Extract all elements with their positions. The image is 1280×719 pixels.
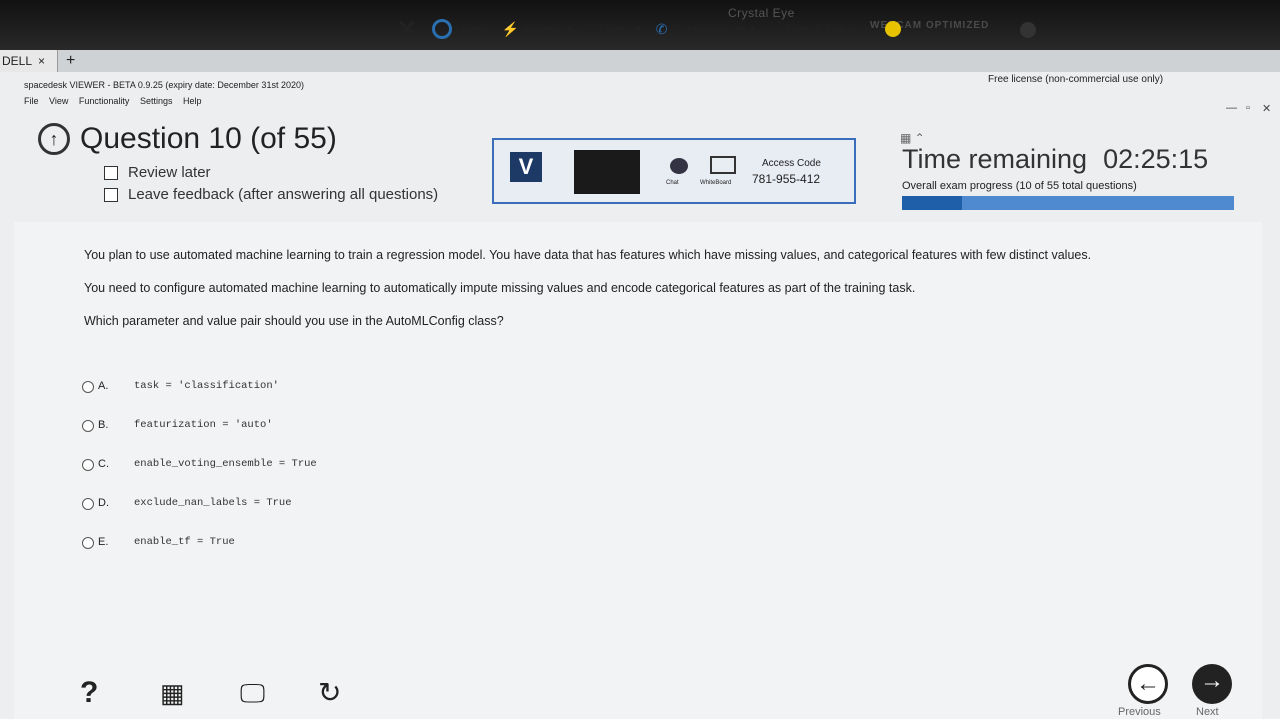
radio-icon[interactable] xyxy=(82,420,94,432)
question-text-2: You need to configure automated machine … xyxy=(84,281,916,295)
new-tab-icon[interactable]: + xyxy=(66,50,75,72)
option-code: enable_voting_ensemble = True xyxy=(134,458,317,470)
viewer-menu: File View Functionality Settings Help xyxy=(24,96,210,106)
question-title: Question 10 (of 55) xyxy=(80,122,337,155)
previous-label: Previous xyxy=(1118,706,1161,718)
minimize-icon[interactable]: — xyxy=(1226,102,1237,114)
communicate-button[interactable]: ✆ Communicate ▼ xyxy=(656,21,757,38)
review-later-checkbox[interactable]: Review later xyxy=(104,164,211,181)
exam-toolbar: ✕ Home ⚡ Actions ▼ 🖵 View ▼ ✆ Communicate ▼ 🗋 F… xyxy=(396,16,915,42)
checkbox-icon xyxy=(104,165,118,180)
option-c[interactable]: C. enable_voting_ensemble = True xyxy=(82,458,317,497)
access-code: 781-955-412 xyxy=(752,172,821,186)
option-e[interactable]: E. enable_tf = True xyxy=(82,536,317,575)
arrow-right-icon: → xyxy=(1200,667,1224,694)
question-text-1: You plan to use automated machine learni… xyxy=(84,248,1092,262)
help-icon[interactable]: ? xyxy=(80,676,98,710)
exam-progress-text: Overall exam progress (10 of 55 total qu… xyxy=(902,180,1137,192)
time-remaining-value: 02:25:15 xyxy=(1103,144,1209,174)
radio-icon[interactable] xyxy=(82,498,94,510)
files-extras-label: Files & Extras xyxy=(785,22,860,36)
option-code: task = 'classification' xyxy=(134,380,279,392)
close-button[interactable]: ✕ xyxy=(396,14,418,44)
next-label: Next xyxy=(1196,706,1219,718)
next-button[interactable]: → xyxy=(1192,664,1232,704)
option-d[interactable]: D. exclude_nan_labels = True xyxy=(82,497,317,536)
up-arrow-icon[interactable]: ↑ xyxy=(38,123,70,155)
option-letter: A. xyxy=(98,380,109,392)
tab-label: DELL xyxy=(2,54,33,68)
license-text: Free license (non-commercial use only) xyxy=(988,74,1164,85)
arrow-left-icon: ← xyxy=(1136,670,1160,697)
webcam-icon xyxy=(1020,22,1036,38)
whiteboard-icon[interactable] xyxy=(710,156,736,174)
close-icon: ✕ xyxy=(396,14,418,44)
file-icon: 🗋 xyxy=(770,19,782,35)
menu-functionality[interactable]: Functionality xyxy=(79,96,130,106)
option-letter: E. xyxy=(98,536,109,548)
calculator-icon[interactable]: ▦ xyxy=(160,678,185,709)
chat-label: Chat xyxy=(666,180,679,186)
previous-button[interactable]: ← xyxy=(1128,664,1168,704)
time-remaining: Time remaining 02:25:15 xyxy=(902,144,1208,175)
access-code-label: Access Code xyxy=(762,158,821,169)
emoji-button[interactable] xyxy=(884,21,901,37)
leave-feedback-checkbox[interactable]: Leave feedback (after answering all ques… xyxy=(104,186,438,203)
phone-icon: ✆ xyxy=(655,20,668,37)
share-panel: V Chat WhiteBoard Access Code 781-955-41… xyxy=(492,138,856,204)
chat-icon[interactable] xyxy=(670,158,688,174)
review-later-label: Review later xyxy=(128,164,211,181)
answer-options: A. task = 'classification' B. featurizat… xyxy=(82,380,317,575)
checkbox-icon xyxy=(104,187,118,202)
radio-icon[interactable] xyxy=(82,459,94,471)
exam-progress-fill xyxy=(902,196,962,210)
whiteboard-label: WhiteBoard xyxy=(700,180,732,186)
option-code: enable_tf = True xyxy=(134,536,235,548)
browser-tab[interactable]: DELL × xyxy=(0,50,58,72)
option-b[interactable]: B. featurization = 'auto' xyxy=(82,419,317,458)
question-header: ↑ Question 10 (of 55) xyxy=(38,122,337,156)
menu-file[interactable]: File xyxy=(24,96,39,106)
tab-close-icon[interactable]: × xyxy=(38,50,45,72)
menu-view[interactable]: View xyxy=(49,96,68,106)
browser-tabbar: DELL × + xyxy=(0,50,1280,73)
actions-button[interactable]: ⚡ Actions ▼ xyxy=(502,21,574,38)
option-letter: B. xyxy=(98,419,109,431)
home-label: Home xyxy=(455,22,488,36)
option-letter: D. xyxy=(98,497,109,509)
maximize-icon[interactable]: ▫ xyxy=(1246,102,1250,114)
v-logo-icon[interactable]: V xyxy=(510,152,542,182)
grid-icon[interactable]: ▦ ⌃ xyxy=(900,131,925,145)
bolt-icon: ⚡ xyxy=(501,20,520,37)
files-extras-button[interactable]: 🗋 Files & Extras ▼ xyxy=(770,17,870,41)
radio-icon[interactable] xyxy=(82,537,94,549)
menu-help[interactable]: Help xyxy=(183,96,202,106)
option-letter: C. xyxy=(98,458,109,470)
exam-progress-bar xyxy=(902,196,1234,210)
time-remaining-label: Time remaining xyxy=(902,144,1088,174)
monitor-icon[interactable]: 🖵 xyxy=(240,678,265,710)
question-text-3: Which parameter and value pair should yo… xyxy=(84,314,504,328)
smiley-icon xyxy=(884,21,901,37)
close-window-icon[interactable]: ✕ xyxy=(1262,102,1271,115)
menu-settings[interactable]: Settings xyxy=(140,96,173,106)
option-code: featurization = 'auto' xyxy=(134,419,273,431)
home-button[interactable]: Home xyxy=(431,19,488,39)
video-thumbnail xyxy=(574,150,640,194)
option-a[interactable]: A. task = 'classification' xyxy=(82,380,317,419)
radio-icon[interactable] xyxy=(82,381,94,393)
home-icon xyxy=(431,19,452,39)
view-label: View xyxy=(605,22,631,36)
leave-feedback-label: Leave feedback (after answering all ques… xyxy=(128,186,439,203)
refresh-icon[interactable]: ↻ xyxy=(318,676,341,709)
monitor-icon: 🖵 xyxy=(587,20,602,37)
actions-label: Actions xyxy=(523,22,563,36)
option-code: exclude_nan_labels = True xyxy=(134,497,292,509)
communicate-label: Communicate xyxy=(671,22,746,36)
view-button[interactable]: 🖵 View ▼ xyxy=(588,21,642,38)
viewer-title: spacedesk VIEWER - BETA 0.9.25 (expiry d… xyxy=(24,80,304,90)
